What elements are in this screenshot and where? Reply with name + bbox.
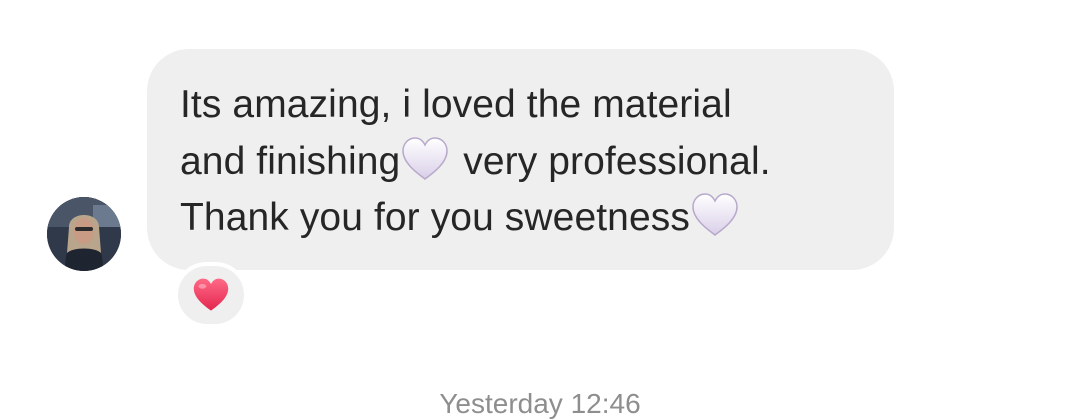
avatar-photo <box>47 197 121 271</box>
message-timestamp: Yesterday 12:46 <box>439 388 641 419</box>
message-line-2-start: and finishing <box>180 139 401 183</box>
red-heart-icon <box>193 278 229 311</box>
white-heart-icon <box>692 193 738 236</box>
sender-avatar[interactable] <box>47 197 121 271</box>
message-line-1: Its amazing, i loved the material <box>180 83 732 126</box>
message-line-2: and finishing very professional. <box>180 134 874 191</box>
message-bubble[interactable]: Its amazing, i loved the material and fi… <box>147 49 894 270</box>
message-line-2-end: very professional. <box>452 139 771 183</box>
message-line-3: Thank you for you sweetness <box>180 190 874 247</box>
reaction-badge[interactable] <box>174 262 248 328</box>
message-line-3-text: Thank you for you sweetness <box>180 196 690 239</box>
white-heart-icon <box>402 136 449 180</box>
